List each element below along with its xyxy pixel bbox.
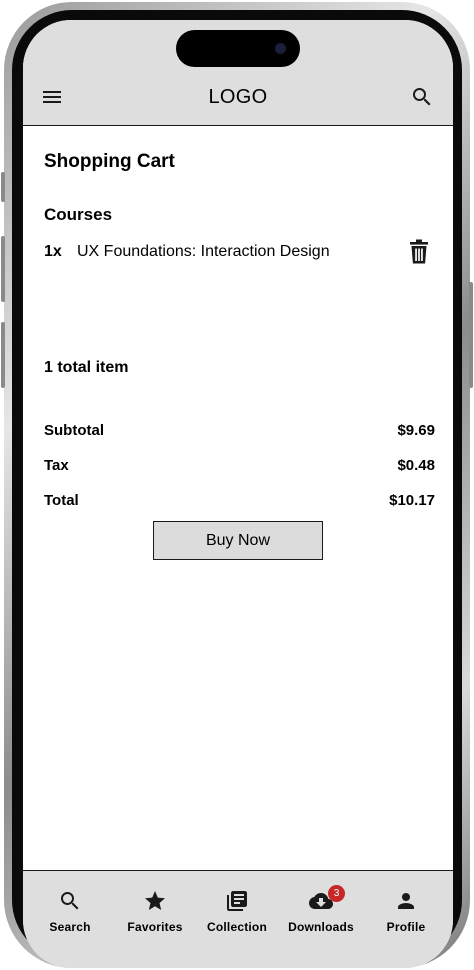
- tax-value: $0.48: [397, 457, 435, 474]
- cart-item-quantity: 1x: [44, 243, 62, 260]
- cart-item: 1x UX Foundations: Interaction Design: [44, 237, 435, 267]
- library-icon: [225, 889, 249, 913]
- dynamic-island: [176, 30, 300, 67]
- total-row: Total $10.17: [44, 492, 435, 514]
- subtotal-label: Subtotal: [44, 422, 104, 439]
- total-items-count: 1 total item: [44, 359, 129, 376]
- nav-label-search: Search: [49, 920, 91, 934]
- nav-item-search[interactable]: Search: [27, 871, 113, 951]
- section-title-courses: Courses: [44, 205, 113, 224]
- bottom-nav: Search Favorites Collection 3 Downloads: [23, 870, 453, 968]
- trash-icon[interactable]: [407, 239, 431, 265]
- phone-screen: LOGO Shopping Cart Courses 1x UX Foundat…: [23, 20, 453, 968]
- nav-label-downloads: Downloads: [288, 920, 354, 934]
- cart-item-name[interactable]: UX Foundations: Interaction Design: [77, 243, 330, 261]
- app-header: LOGO: [23, 20, 453, 126]
- phone-power-button: [469, 282, 473, 388]
- nav-label-collection: Collection: [206, 920, 267, 934]
- phone-volume-down-button: [1, 322, 5, 388]
- phone-action-button: [1, 172, 5, 202]
- page-title: Shopping Cart: [44, 151, 175, 172]
- nav-item-profile[interactable]: Profile: [363, 871, 449, 951]
- subtotal-value: $9.69: [397, 422, 435, 439]
- downloads-badge: 3: [328, 885, 345, 902]
- search-icon: [58, 889, 82, 913]
- nav-label-favorites: Favorites: [127, 920, 183, 934]
- total-label: Total: [44, 492, 79, 509]
- buy-now-button[interactable]: Buy Now: [153, 521, 323, 560]
- nav-item-collection[interactable]: Collection: [194, 871, 280, 951]
- phone-volume-up-button: [1, 236, 5, 302]
- tax-row: Tax $0.48: [44, 457, 435, 479]
- subtotal-row: Subtotal $9.69: [44, 422, 435, 444]
- app-logo[interactable]: LOGO: [23, 86, 453, 109]
- camera-icon: [275, 43, 286, 54]
- search-icon[interactable]: [410, 85, 434, 109]
- total-value: $10.17: [389, 492, 435, 509]
- person-icon: [394, 889, 418, 913]
- nav-label-profile: Profile: [386, 920, 426, 934]
- star-icon: [143, 889, 167, 913]
- nav-item-downloads[interactable]: 3 Downloads: [278, 871, 364, 951]
- nav-item-favorites[interactable]: Favorites: [112, 871, 198, 951]
- tax-label: Tax: [44, 457, 69, 474]
